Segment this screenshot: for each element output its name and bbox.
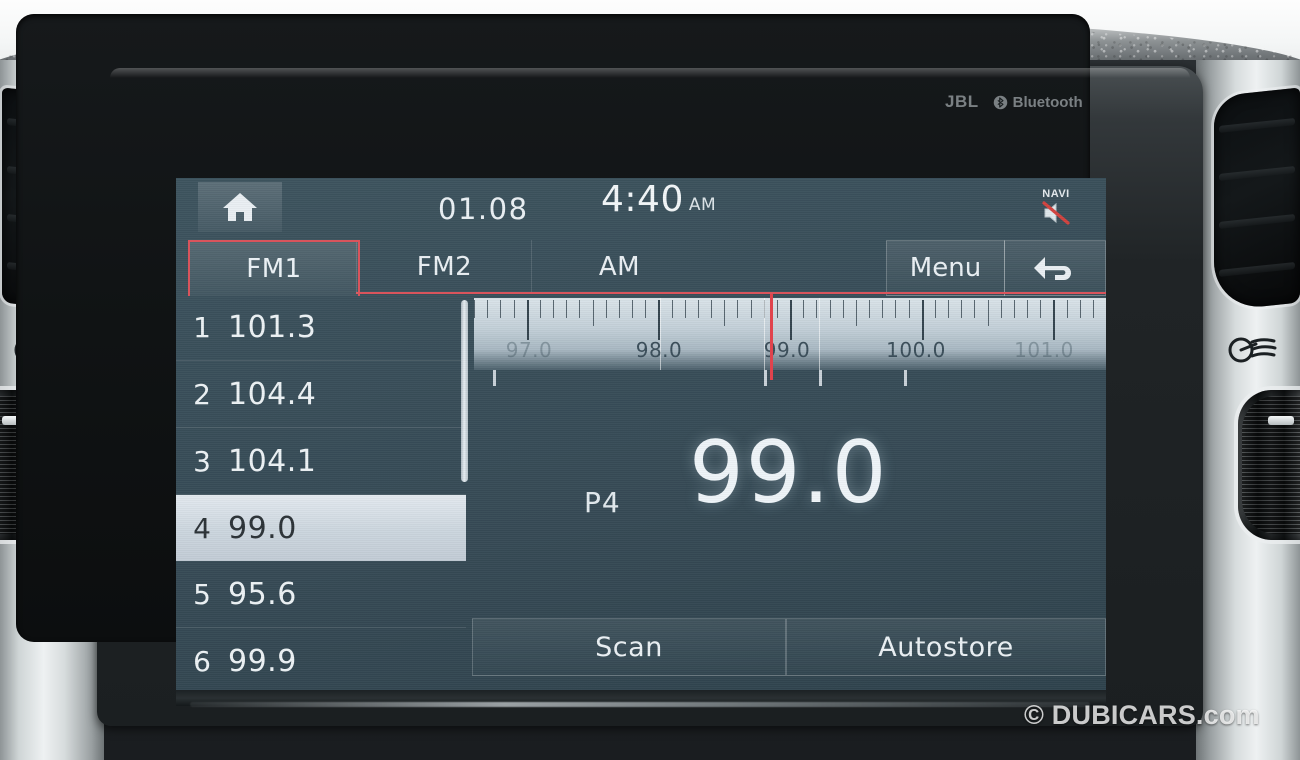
preset-number: 6	[193, 644, 211, 678]
home-icon	[223, 193, 257, 221]
tuner-label: 98.0	[635, 338, 683, 362]
tab-fm1-label: FM1	[246, 254, 302, 284]
tab-am[interactable]: AM	[531, 240, 707, 294]
home-button[interactable]	[198, 182, 282, 232]
preset-number: 2	[193, 377, 211, 411]
menu-button[interactable]: Menu	[886, 240, 1005, 296]
bluetooth-label: Bluetooth	[1012, 93, 1083, 111]
tuner-needle[interactable]	[770, 294, 773, 380]
preset-list[interactable]: 1 101.3 2 104.4 3 104.1 4 99.0 5 95.6 6 …	[176, 294, 466, 690]
navi-label: NAVI	[1042, 188, 1070, 200]
preset-number: 5	[193, 577, 211, 611]
preset-row[interactable]: 2 104.4	[176, 361, 466, 428]
preset-frequency: 99.9	[228, 643, 297, 679]
menu-button-label: Menu	[909, 253, 982, 283]
action-bar: Scan Autostore	[472, 618, 1106, 676]
speaker-mute-icon	[1042, 201, 1070, 225]
preset-frequency: 99.0	[228, 510, 297, 546]
tab-accent-underline	[356, 292, 1106, 294]
clock-time: 4:40	[601, 179, 684, 220]
bluetooth-badge: Bluetooth	[993, 94, 1083, 111]
date-display: 01.08	[438, 192, 529, 226]
preset-frequency: 101.3	[228, 309, 317, 345]
tuner-label: 97.0	[505, 338, 553, 362]
tab-am-label: AM	[598, 252, 641, 282]
current-frequency: 99.0	[689, 423, 889, 523]
infotainment-screen[interactable]: 01.08 4:40 AM NAVI FM1 FM2 AM Menu 1 101…	[176, 178, 1106, 690]
preset-scrollbar-track[interactable]	[461, 296, 471, 688]
preset-frequency: 95.6	[228, 576, 297, 612]
preset-row[interactable]: 3 104.1	[176, 428, 466, 495]
preset-number: 1	[193, 310, 211, 344]
back-arrow-icon	[1034, 257, 1071, 280]
autostore-button-label: Autostore	[878, 631, 1014, 663]
tab-fm1[interactable]: FM1	[188, 240, 360, 296]
right-vent-adjust-wheel[interactable]	[1238, 390, 1300, 540]
watermark: © DUBICARS.com	[1024, 700, 1260, 730]
back-button[interactable]	[1004, 240, 1106, 296]
tuner-label: 100.0	[886, 338, 946, 362]
brand-badges: JBL Bluetooth	[945, 92, 1083, 112]
right-air-vent[interactable]	[1214, 87, 1300, 312]
preset-frequency: 104.1	[228, 443, 317, 479]
preset-tag: P4	[584, 486, 621, 519]
bezel-highlight	[110, 68, 1190, 78]
tab-fm2-label: FM2	[416, 252, 473, 282]
preset-row[interactable]: 5 95.6	[176, 561, 466, 628]
scan-button[interactable]: Scan	[472, 618, 786, 676]
dashboard-photo: JBL Bluetooth 01.08 4:40 AM NAVI FM1 FM2…	[0, 0, 1300, 760]
tab-fm2[interactable]: FM2	[356, 240, 532, 294]
tuner-label: 101.0	[1014, 338, 1074, 362]
autostore-button[interactable]: Autostore	[786, 618, 1106, 676]
status-bar: 01.08 4:40 AM NAVI	[176, 178, 1106, 244]
preset-scrollbar-thumb[interactable]	[461, 300, 468, 482]
preset-number: 3	[193, 444, 211, 478]
band-tab-row: FM1 FM2 AM Menu	[176, 240, 1106, 296]
jbl-logo: JBL	[945, 92, 979, 111]
clock-ampm: AM	[688, 195, 717, 215]
clock-display: 4:40 AM	[601, 182, 716, 218]
scan-button-label: Scan	[595, 631, 663, 663]
preset-row[interactable]: 6 99.9	[176, 628, 466, 690]
preset-row[interactable]: 1 101.3	[176, 294, 466, 361]
navi-status-indicator: NAVI	[1031, 188, 1081, 232]
preset-number: 4	[193, 511, 211, 545]
preset-row-selected[interactable]: 4 99.0	[176, 495, 466, 561]
now-playing-area: P4 99.0	[474, 408, 1106, 598]
bluetooth-icon	[993, 95, 1007, 109]
under-screen-chrome	[190, 702, 1090, 707]
preset-frequency: 104.4	[228, 376, 317, 412]
airflow-vent-icon	[1228, 337, 1277, 363]
tuner-scale[interactable]: 97.0 98.0 99.0 100.0 101.0	[474, 294, 1106, 386]
